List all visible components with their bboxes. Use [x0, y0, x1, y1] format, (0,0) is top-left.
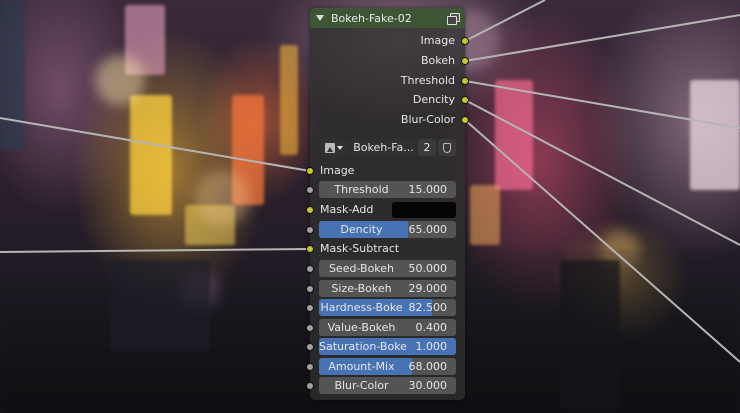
- group-name-field[interactable]: Bokeh-Fa...: [351, 139, 416, 156]
- output-blur-color: Blur-Color: [310, 112, 469, 128]
- input-blur-color: Blur-Color 30.000: [306, 377, 465, 395]
- field-label: Seed-Bokeh: [328, 262, 395, 275]
- value-bokeh-slider[interactable]: Value-Bokeh 0.400: [319, 319, 456, 336]
- input-socket-mask-add[interactable]: [306, 206, 314, 214]
- blur-color-slider[interactable]: Blur-Color 30.000: [319, 377, 456, 394]
- node-title: Bokeh-Fake-02: [331, 11, 412, 25]
- field-label: Size-Bokeh: [331, 282, 392, 295]
- input-socket-value-bokeh[interactable]: [306, 324, 314, 332]
- input-label: Image: [320, 164, 355, 177]
- saturation-bokeh-slider[interactable]: Saturation-Boke 1.000: [319, 338, 456, 355]
- output-label: Bokeh: [421, 54, 455, 67]
- field-label: Dencity: [340, 223, 383, 236]
- field-value: 0.400: [415, 321, 448, 334]
- output-socket-image[interactable]: [461, 37, 469, 45]
- input-socket-hardness-bokeh[interactable]: [306, 304, 314, 312]
- link-blur-color-out: [464, 119, 740, 363]
- output-label: Image: [420, 34, 455, 47]
- output-socket-blur-color[interactable]: [461, 116, 469, 124]
- input-socket-blur-color[interactable]: [306, 382, 314, 390]
- field-label: Value-Bokeh: [327, 321, 396, 334]
- input-amount-mix: Amount-Mix 68.000: [306, 358, 465, 376]
- input-label: Mask-Subtract: [320, 242, 400, 255]
- output-socket-bokeh[interactable]: [461, 57, 469, 65]
- field-value: 50.000: [408, 262, 448, 275]
- node-tree-icon: [325, 142, 335, 153]
- input-mask-subtract: Mask-Subtract: [306, 240, 465, 258]
- output-label: Blur-Color: [400, 113, 455, 126]
- link-mask-subtract-in: [0, 248, 311, 253]
- input-socket-image[interactable]: [306, 167, 314, 175]
- link-image-out: [464, 0, 546, 42]
- output-dencity: Dencity: [310, 92, 469, 108]
- chevron-down-icon: [337, 145, 343, 150]
- input-image: Image: [306, 162, 465, 180]
- link-image-in: [0, 117, 311, 172]
- dencity-slider[interactable]: Dencity 65.000: [319, 221, 456, 238]
- fake-user-button[interactable]: [438, 139, 456, 156]
- output-bokeh: Bokeh: [310, 53, 469, 69]
- field-label: Threshold: [334, 183, 389, 196]
- field-label: Amount-Mix: [328, 360, 395, 373]
- output-label: Dencity: [412, 93, 455, 106]
- field-value: 15.000: [408, 183, 448, 196]
- field-value: 65.000: [408, 223, 448, 236]
- field-label: Blur-Color: [334, 379, 389, 392]
- input-label: Mask-Add: [320, 203, 374, 216]
- output-image: Image: [310, 33, 469, 49]
- input-threshold: Threshold 15.000: [306, 181, 465, 199]
- size-bokeh-slider[interactable]: Size-Bokeh 29.000: [319, 280, 456, 297]
- input-socket-mask-subtract[interactable]: [306, 245, 314, 253]
- input-mask-add: Mask-Add: [306, 201, 465, 219]
- group-browse-button[interactable]: [319, 139, 349, 156]
- node-group-selector: Bokeh-Fa... 2: [319, 139, 456, 156]
- shield-icon: [443, 142, 451, 153]
- amount-mix-slider[interactable]: Amount-Mix 68.000: [319, 358, 456, 375]
- input-socket-seed-bokeh[interactable]: [306, 265, 314, 273]
- mask-add-color-swatch[interactable]: [392, 202, 456, 218]
- node-group-icon[interactable]: [447, 12, 460, 25]
- output-label: Threshold: [400, 74, 455, 87]
- field-value: 1.000: [415, 340, 448, 353]
- input-socket-size-bokeh[interactable]: [306, 285, 314, 293]
- input-dencity: Dencity 65.000: [306, 221, 465, 239]
- field-value: 30.000: [408, 379, 448, 392]
- input-seed-bokeh: Seed-Bokeh 50.000: [306, 260, 465, 278]
- input-saturation-bokeh: Saturation-Boke 1.000: [306, 338, 465, 356]
- field-value: 68.000: [408, 360, 448, 373]
- output-threshold: Threshold: [310, 73, 469, 89]
- input-size-bokeh: Size-Bokeh 29.000: [306, 280, 465, 298]
- field-value: 29.000: [408, 282, 448, 295]
- seed-bokeh-slider[interactable]: Seed-Bokeh 50.000: [319, 260, 456, 277]
- input-socket-saturation-bokeh[interactable]: [306, 343, 314, 351]
- threshold-slider[interactable]: Threshold 15.000: [319, 181, 456, 198]
- field-label: Hardness-Boke: [320, 301, 403, 314]
- input-socket-amount-mix[interactable]: [306, 363, 314, 371]
- field-value: 82.500: [408, 301, 448, 314]
- group-users-count[interactable]: 2: [418, 139, 436, 156]
- collapse-arrow-icon[interactable]: [316, 15, 324, 21]
- bokeh-node-group[interactable]: Bokeh-Fake-02 Image Bokeh Threshold Denc…: [306, 8, 469, 400]
- node-header[interactable]: Bokeh-Fake-02: [310, 8, 465, 28]
- input-socket-dencity[interactable]: [306, 226, 314, 234]
- hardness-bokeh-slider[interactable]: Hardness-Boke 82.500: [319, 299, 456, 316]
- output-socket-dencity[interactable]: [461, 96, 469, 104]
- output-socket-threshold[interactable]: [461, 77, 469, 85]
- link-bokeh-out: [464, 14, 740, 62]
- input-value-bokeh: Value-Bokeh 0.400: [306, 319, 465, 337]
- field-label: Saturation-Boke: [319, 340, 407, 353]
- input-hardness-bokeh: Hardness-Boke 82.500: [306, 299, 465, 317]
- input-socket-threshold[interactable]: [306, 186, 314, 194]
